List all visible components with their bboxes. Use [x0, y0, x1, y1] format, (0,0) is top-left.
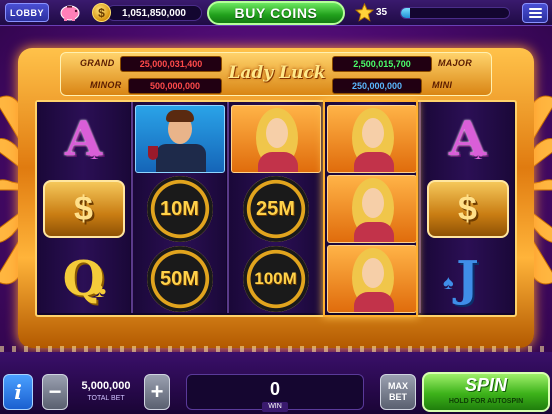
- symbol-chip-50m: 50M: [133, 244, 226, 314]
- lady-portrait-icon: [326, 175, 417, 243]
- symbol-lady: [325, 244, 418, 314]
- menu-icon-line: [528, 8, 542, 10]
- win-value: 0: [269, 379, 280, 399]
- level-progress-fill: [401, 8, 410, 18]
- autospin-hint: HOLD FOR AUTOSPIN: [448, 398, 524, 405]
- minor-jackpot-value: 500,000,000: [128, 78, 222, 94]
- total-bet-label: TOTAL BET: [87, 395, 125, 402]
- menu-icon-line: [528, 16, 542, 18]
- chip-10m: 10M: [146, 176, 213, 242]
- symbol-lady: [325, 174, 418, 244]
- grand-jackpot-value: 25,000,031,400: [120, 56, 222, 72]
- chip-100m: 100M: [242, 246, 309, 312]
- lady-portrait-icon: [230, 105, 321, 173]
- man-portrait-icon: [134, 105, 225, 173]
- mini-jackpot-value: 250,000,000: [332, 78, 422, 94]
- money-case-icon: $: [426, 180, 509, 238]
- symbol-money-case: $: [421, 174, 514, 244]
- lobby-button[interactable]: LOBBY: [5, 3, 49, 22]
- spin-label: SPIN: [464, 375, 507, 395]
- symbol-ace: A ♠: [421, 104, 514, 174]
- chip-50m: 50M: [146, 246, 213, 312]
- level-number: 35: [376, 7, 388, 18]
- mini-label: MINI: [432, 80, 453, 90]
- symbol-chip-100m: 100M: [229, 244, 322, 314]
- coin-balance-value: 1,051,850,000: [122, 7, 186, 19]
- symbol-lady: [325, 104, 418, 174]
- major-label: MAJOR: [438, 58, 473, 68]
- buy-coins-button[interactable]: BUY COINS: [207, 1, 345, 25]
- jack-letter: J: [456, 251, 479, 307]
- menu-icon-line: [528, 12, 542, 14]
- star-icon: [355, 3, 374, 22]
- symbol-lady: [229, 104, 322, 174]
- decrease-bet-button[interactable]: −: [42, 374, 68, 410]
- menu-button[interactable]: [522, 3, 548, 23]
- symbol-ace: A ♠: [37, 104, 130, 174]
- major-jackpot-value: 2,500,015,700: [332, 56, 432, 72]
- club-icon: ♣: [93, 280, 107, 302]
- minor-label: MINOR: [90, 80, 122, 90]
- top-bar: LOBBY 1,051,850,000 $ BUY COINS 35: [0, 0, 552, 26]
- coin-balance: 1,051,850,000: [106, 5, 202, 21]
- lady-luck-logo: Lady Luck: [228, 63, 326, 83]
- lady-portrait-icon: [326, 105, 417, 173]
- money-case-icon: $: [42, 180, 125, 238]
- increase-bet-button[interactable]: +: [144, 374, 170, 410]
- max-bet-button[interactable]: MAX BET: [380, 374, 416, 410]
- info-button[interactable]: i: [3, 374, 33, 410]
- symbol-chip-25m: 25M: [229, 174, 322, 244]
- piggy-bank-icon[interactable]: [58, 2, 82, 22]
- symbol-money-case: $: [37, 174, 130, 244]
- symbol-man: [133, 104, 226, 174]
- win-label: WIN: [262, 402, 288, 412]
- spade-icon: ♠: [443, 272, 454, 294]
- lady-portrait-icon: [326, 245, 417, 313]
- spade-icon: ♠: [473, 142, 484, 164]
- symbol-queen: Q ♣: [37, 244, 130, 314]
- total-bet-value: 5,000,000: [81, 380, 131, 392]
- symbol-jack: J ♠: [421, 244, 514, 314]
- coin-icon: $: [92, 3, 111, 22]
- chip-25m: 25M: [242, 176, 309, 242]
- level-progress-bar: [400, 7, 510, 19]
- symbol-chip-10m: 10M: [133, 174, 226, 244]
- grand-label: GRAND: [80, 58, 115, 68]
- spade-icon: ♠: [89, 142, 100, 164]
